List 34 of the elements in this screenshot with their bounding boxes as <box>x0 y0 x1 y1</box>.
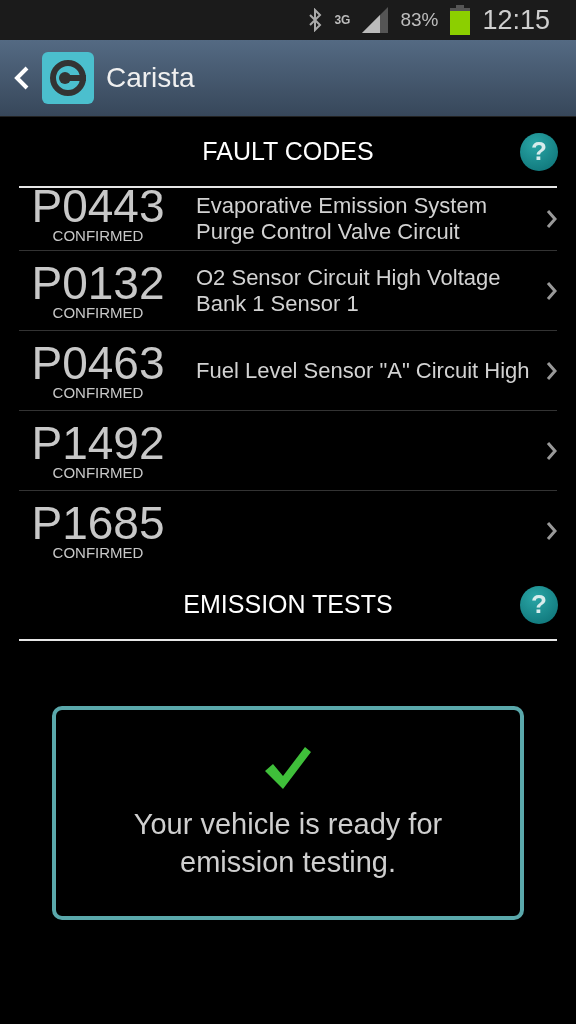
fault-status: CONFIRMED <box>52 464 144 481</box>
fault-description: Evaporative Emission System Purge Control Valve Circuit <box>196 193 488 245</box>
app-title: Carista <box>106 62 195 94</box>
chevron-right-icon <box>545 360 557 381</box>
check-icon <box>263 744 313 791</box>
fault-code: P1492 <box>31 420 165 465</box>
chevron-right-icon <box>545 440 557 461</box>
chevron-right-icon <box>545 280 557 301</box>
signal-icon <box>362 7 389 33</box>
chevron-right-icon <box>545 209 557 229</box>
fault-status: CONFIRMED <box>52 544 144 561</box>
section-title: FAULT CODES <box>202 137 374 166</box>
clock: 12:15 <box>482 4 550 36</box>
fault-code-row[interactable]: P1685 CONFIRMED <box>19 490 557 570</box>
fault-code: P0463 <box>31 340 165 385</box>
app-logo <box>42 52 94 104</box>
fault-code-row[interactable]: P0463 CONFIRMED Fuel Level Sensor "A" Circuit High <box>19 330 557 410</box>
fault-code: P0132 <box>31 260 165 305</box>
fault-code: P1685 <box>31 500 165 545</box>
bluetooth-icon <box>308 8 323 32</box>
fault-status: CONFIRMED <box>52 384 144 401</box>
status-message: Your vehicle is ready for emission testing. <box>132 806 444 880</box>
battery-percent: 83% <box>400 9 439 31</box>
network-type: 3G <box>334 13 351 27</box>
section-title: EMISSION TESTS <box>183 590 393 619</box>
fault-code: P0443 <box>31 188 165 228</box>
fault-code-row[interactable]: P1492 CONFIRMED <box>19 410 557 490</box>
fault-status: CONFIRMED <box>52 304 144 321</box>
fault-status: CONFIRMED <box>52 228 144 244</box>
chevron-right-icon <box>545 520 557 541</box>
back-icon[interactable] <box>12 65 30 91</box>
fault-description: Fuel Level Sensor "A" Circuit High <box>196 357 531 384</box>
fault-description: O2 Sensor Circuit High Voltage Bank 1 Sensor 1 <box>196 264 502 317</box>
battery-icon <box>450 5 471 35</box>
